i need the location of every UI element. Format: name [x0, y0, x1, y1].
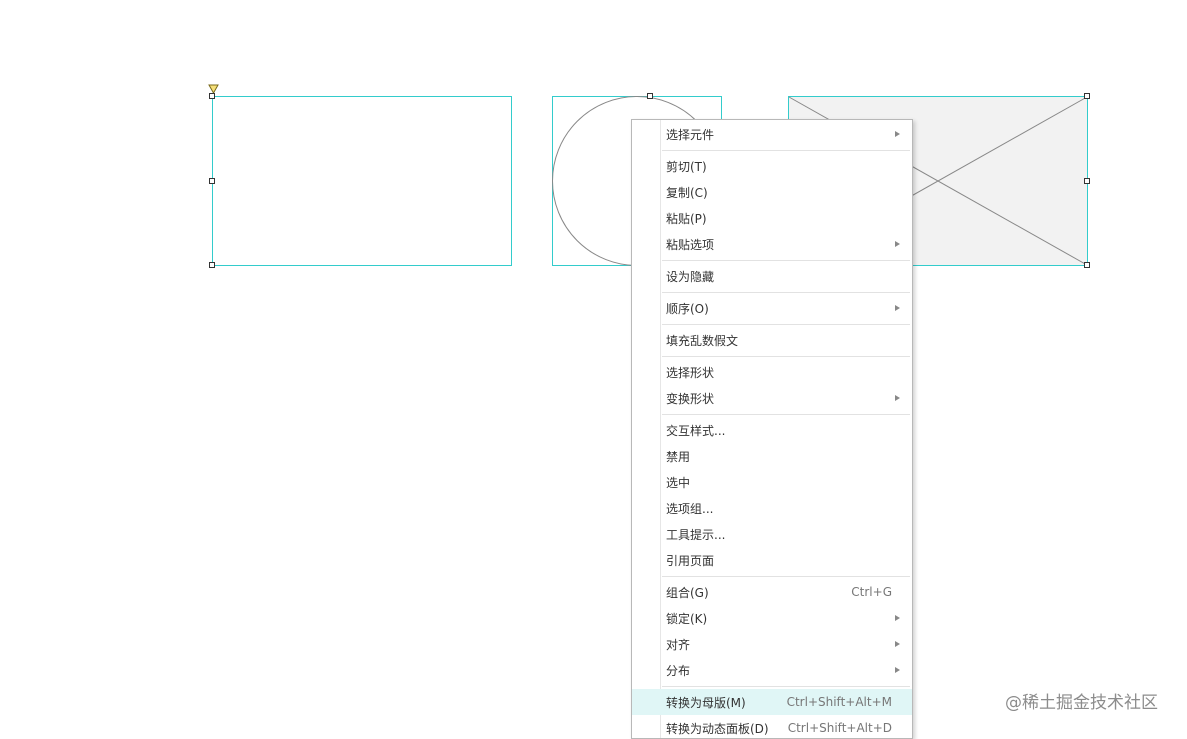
- menu-item-label: 工具提示...: [666, 527, 726, 542]
- menu-item[interactable]: 交互样式...: [632, 417, 912, 443]
- menu-item-shortcut: Ctrl+Shift+Alt+M: [786, 695, 892, 709]
- design-canvas[interactable]: [0, 0, 1187, 732]
- menu-item[interactable]: 分布: [632, 657, 912, 683]
- menu-separator: [662, 356, 910, 357]
- menu-item-label: 设为隐藏: [666, 269, 715, 284]
- canvas-shapes: [208, 84, 1088, 266]
- resize-handle[interactable]: [209, 178, 215, 184]
- menu-item[interactable]: 锁定(K): [632, 605, 912, 631]
- menu-item[interactable]: 对齐: [632, 631, 912, 657]
- submenu-arrow-icon: [895, 667, 900, 673]
- menu-item-label: 引用页面: [666, 553, 715, 568]
- menu-item-label: 锁定(K): [666, 611, 708, 626]
- menu-separator: [662, 292, 910, 293]
- context-menu: 选择元件剪切(T) 复制(C) 粘贴(P) 粘贴选项设为隐藏顺序(O) 填充乱数假文 选择…: [631, 119, 913, 739]
- submenu-arrow-icon: [895, 305, 900, 311]
- submenu-arrow-icon: [895, 131, 900, 137]
- resize-handle[interactable]: [209, 262, 215, 268]
- menu-separator: [662, 414, 910, 415]
- menu-item[interactable]: 粘贴选项: [632, 231, 912, 257]
- menu-item[interactable]: 选择形状: [632, 359, 912, 385]
- menu-item-shortcut: Ctrl+G: [851, 585, 892, 599]
- resize-handle[interactable]: [209, 93, 215, 99]
- menu-item-label: 顺序(O): [666, 301, 709, 316]
- menu-item-label: 选择元件: [666, 127, 715, 142]
- submenu-arrow-icon: [895, 395, 900, 401]
- menu-separator: [662, 150, 910, 151]
- menu-separator: [662, 686, 910, 687]
- menu-item-label: 交互样式...: [666, 423, 726, 438]
- menu-item-label: 填充乱数假文: [666, 333, 739, 348]
- submenu-arrow-icon: [895, 241, 900, 247]
- menu-item[interactable]: 工具提示...: [632, 521, 912, 547]
- rectangle-widget[interactable]: [212, 96, 512, 266]
- menu-item-label: 禁用: [666, 449, 691, 464]
- menu-item-label: 变换形状: [666, 391, 715, 406]
- menu-item[interactable]: 填充乱数假文: [632, 327, 912, 353]
- menu-item[interactable]: 设为隐藏: [632, 263, 912, 289]
- menu-item-shortcut: Ctrl+Shift+Alt+D: [787, 721, 892, 735]
- menu-separator: [662, 260, 910, 261]
- menu-separator: [662, 324, 910, 325]
- resize-handle[interactable]: [1084, 178, 1090, 184]
- resize-handle[interactable]: [1084, 262, 1090, 268]
- menu-item[interactable]: 变换形状: [632, 385, 912, 411]
- menu-item-label: 对齐: [666, 637, 691, 652]
- menu-item[interactable]: 禁用: [632, 443, 912, 469]
- menu-item-label: 复制(C): [666, 185, 708, 200]
- anchor-marker-icon[interactable]: [208, 84, 219, 95]
- menu-separator: [662, 576, 910, 577]
- watermark: @稀土掘金技术社区: [1005, 693, 1158, 713]
- resize-handle[interactable]: [1084, 93, 1090, 99]
- menu-item[interactable]: 引用页面: [632, 547, 912, 573]
- menu-item-label: 剪切(T): [666, 159, 707, 174]
- menu-item-label: 粘贴选项: [666, 237, 715, 252]
- menu-item[interactable]: 粘贴(P): [632, 205, 912, 231]
- menu-item-label: 分布: [666, 663, 691, 678]
- menu-item[interactable]: 组合(G) Ctrl+G: [632, 579, 912, 605]
- menu-item[interactable]: 选中: [632, 469, 912, 495]
- menu-item[interactable]: 转换为动态面板(D) Ctrl+Shift+Alt+D: [632, 715, 912, 738]
- menu-item-label: 选择形状: [666, 365, 715, 380]
- resize-handle[interactable]: [647, 93, 653, 99]
- menu-item-label: 选中: [666, 475, 691, 490]
- menu-item-label: 粘贴(P): [666, 211, 707, 226]
- menu-item[interactable]: 选项组...: [632, 495, 912, 521]
- menu-item[interactable]: 剪切(T): [632, 153, 912, 179]
- menu-item[interactable]: 复制(C): [632, 179, 912, 205]
- menu-item[interactable]: 顺序(O): [632, 295, 912, 321]
- menu-item-label: 选项组...: [666, 501, 714, 516]
- menu-item[interactable]: 转换为母版(M) Ctrl+Shift+Alt+M: [632, 689, 912, 715]
- menu-item[interactable]: 选择元件: [632, 121, 912, 147]
- submenu-arrow-icon: [895, 615, 900, 621]
- submenu-arrow-icon: [895, 641, 900, 647]
